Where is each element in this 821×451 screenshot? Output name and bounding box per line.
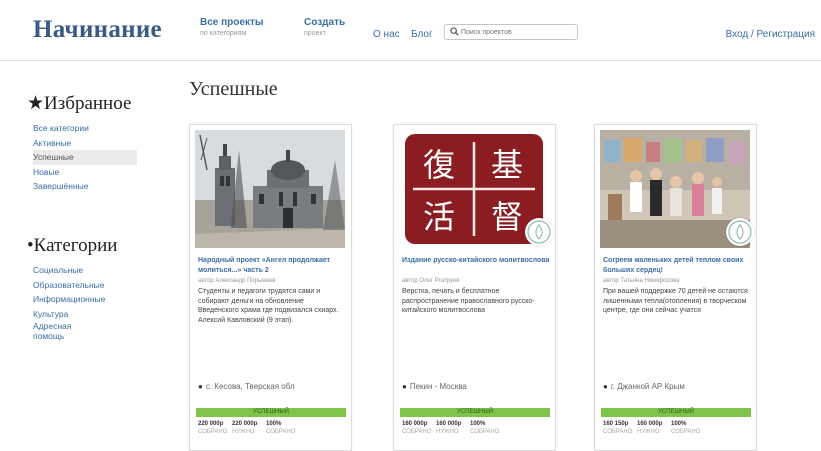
category-badge-icon [726, 218, 754, 246]
project-location-text: с. Кесова, Тверская обл [205, 382, 295, 391]
char-4: 督 [491, 198, 523, 236]
star-icon: ★ [27, 93, 45, 114]
stat-needed: 160 000р НУЖНО [436, 421, 461, 435]
project-author[interactable]: автор Татьяна Никифорова [603, 278, 751, 284]
stat-collected: 160 000р СОБРАНО [402, 421, 431, 435]
project-description: Верстка, печать и бесплатное распростран… [402, 288, 535, 315]
category-info[interactable]: Информационные [33, 292, 105, 307]
site-logo[interactable]: Начинание [33, 16, 162, 44]
location-pin-icon: ● [198, 382, 203, 391]
stat-label: СОБРАНО [671, 429, 701, 435]
project-location-text: г. Джанкой АР Крым [610, 382, 685, 391]
category-badge-icon [525, 218, 553, 246]
nav-create-project[interactable]: Создать проект [304, 18, 345, 38]
categories-heading: •Категории [27, 235, 117, 257]
stat-value: 100% [470, 421, 486, 427]
search-icon[interactable] [450, 27, 459, 36]
stat-value: 160 000р [637, 421, 663, 427]
project-location: ● г. Джанкой АР Крым [603, 382, 685, 391]
login-register-link[interactable]: Вход / Регистрация [726, 29, 815, 40]
project-description: При вашей поддержке 70 детей не остаются… [603, 288, 748, 315]
categories-list: Социальные Образовательные Информационны… [33, 263, 105, 341]
favorites-title: Избранное [44, 93, 132, 114]
stat-collected: 220 000р СОБРАНО [198, 421, 227, 435]
search-box[interactable] [444, 24, 578, 40]
project-title[interactable]: Издание русско-китайского молитвослова [402, 256, 550, 266]
stat-percent: 100% СОБРАНО [470, 421, 499, 435]
project-location: ● с. Кесова, Тверская обл [198, 382, 295, 391]
category-targeted-help[interactable]: Адресная помощь [33, 321, 103, 341]
stat-label: НУЖНО [637, 429, 660, 435]
bullet-icon: • [27, 235, 34, 256]
char-2: 基 [491, 146, 523, 184]
status-badge: УСПЕШНЫЙ [400, 408, 550, 417]
nav-all-projects[interactable]: Все проекты по категориям [200, 18, 263, 38]
stat-value: 160 000р [402, 421, 428, 427]
project-image[interactable] [195, 130, 345, 248]
stat-value: 220 000р [232, 421, 258, 427]
stat-value: 100% [266, 421, 282, 427]
project-title[interactable]: Согреем маленьких детей теплом своих бол… [603, 256, 751, 276]
stat-value: 160 000р [436, 421, 462, 427]
sidebar-item-completed[interactable]: Завершённые [33, 179, 137, 194]
category-social[interactable]: Социальные [33, 263, 105, 278]
nav-blog[interactable]: Блог [411, 29, 433, 40]
project-description: Студенты и педагоги трудятся сами и соби… [198, 288, 339, 324]
site-header: Начинание Все проекты по категориям Созд… [0, 0, 821, 61]
location-pin-icon: ● [402, 382, 407, 391]
nav-all-projects-sub: по категориям [200, 30, 247, 37]
stat-label: СОБРАНО [470, 429, 500, 435]
nav-about[interactable]: О нас [373, 29, 400, 40]
page-title: Успешные [189, 78, 278, 100]
project-card[interactable]: Согреем маленьких детей теплом своих бол… [594, 124, 757, 451]
nav-create-sub: проект [304, 30, 326, 37]
project-title[interactable]: Народный проект «Ангел продолжает молить… [198, 256, 346, 276]
categories-title: Категории [33, 235, 118, 256]
sidebar-item-new[interactable]: Новые [33, 165, 137, 180]
stat-label: НУЖНО [232, 429, 255, 435]
search-input[interactable] [461, 26, 573, 38]
project-card[interactable]: Народный проект «Ангел продолжает молить… [189, 124, 352, 451]
stat-label: СОБРАНО [603, 429, 633, 435]
sidebar-item-all[interactable]: Все категории [33, 121, 137, 136]
favorites-list: Все категории Активные Успешные Новые За… [33, 121, 137, 194]
stat-percent: 100% СОБРАНО [266, 421, 295, 435]
project-location: ● Пекин - Москва [402, 382, 467, 391]
project-card[interactable]: 復 基 活 督 Издание русско-китайского молитв… [393, 124, 556, 451]
stat-value: 100% [671, 421, 687, 427]
project-author[interactable]: автор Олег Розгруев [402, 278, 550, 284]
nav-create-label[interactable]: Создать [304, 18, 345, 28]
stat-label: СОБРАНО [266, 429, 296, 435]
status-badge: УСПЕШНЫЙ [196, 408, 346, 417]
stat-value: 220 000р [198, 421, 224, 427]
char-3: 活 [423, 198, 455, 236]
sidebar-item-active[interactable]: Активные [33, 136, 137, 151]
status-badge: УСПЕШНЫЙ [601, 408, 751, 417]
sidebar-item-successful[interactable]: Успешные [33, 150, 137, 165]
nav-all-projects-label[interactable]: Все проекты [200, 18, 263, 28]
stat-needed: 160 000р НУЖНО [637, 421, 662, 435]
stat-percent: 100% СОБРАНО [671, 421, 700, 435]
project-author[interactable]: автор Александр Порываев [198, 278, 346, 284]
stat-label: СОБРАНО [402, 429, 432, 435]
char-1: 復 [423, 146, 455, 184]
category-education[interactable]: Образовательные [33, 278, 105, 293]
stat-label: СОБРАНО [198, 429, 228, 435]
stat-collected: 160 150р СОБРАНО [603, 421, 632, 435]
location-pin-icon: ● [603, 382, 608, 391]
stat-value: 160 150р [603, 421, 629, 427]
project-location-text: Пекин - Москва [409, 382, 467, 391]
stat-needed: 220 000р НУЖНО [232, 421, 257, 435]
category-culture[interactable]: Культура [33, 307, 105, 322]
favorites-heading: ★Избранное [27, 92, 131, 115]
stat-label: НУЖНО [436, 429, 459, 435]
